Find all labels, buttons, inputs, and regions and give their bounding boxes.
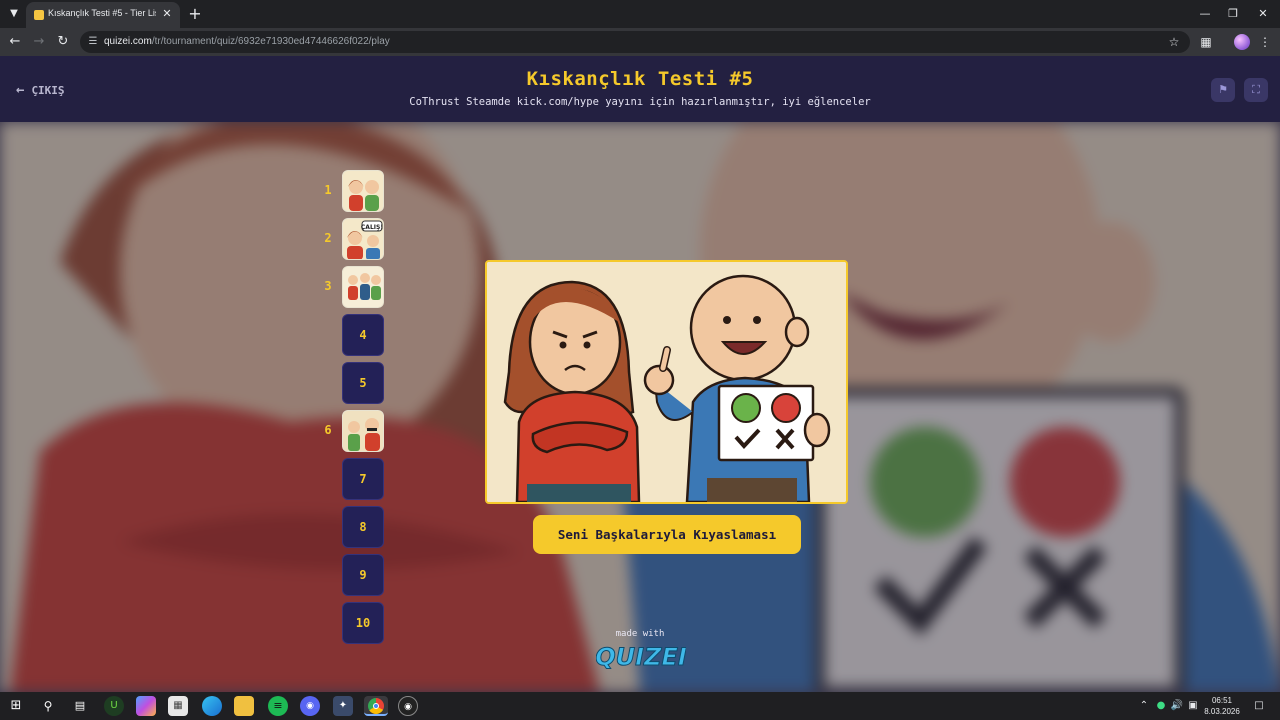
round-thumbnail xyxy=(342,170,384,212)
round-item[interactable]: 3 xyxy=(318,266,386,310)
round-number-box: 9 xyxy=(342,554,384,596)
round-number: 2 xyxy=(324,231,332,245)
fullscreen-icon[interactable]: ⛶ xyxy=(1244,78,1268,102)
quizei-logo[interactable]: QUIZEI xyxy=(596,640,686,672)
quiz-header: ← ÇIKIŞ Kıskançlık Testi #5 CoThrust Ste… xyxy=(0,56,1280,122)
thumb-speech-text: ÇALIŞ! xyxy=(361,224,383,231)
round-number-box: 10 xyxy=(342,602,384,644)
edge-icon[interactable] xyxy=(202,696,222,716)
clock-time: 06:51 xyxy=(1211,696,1233,705)
exit-button[interactable]: ← ÇIKIŞ xyxy=(16,80,65,100)
search-icon[interactable]: ⚲ xyxy=(38,696,58,716)
profile-avatar[interactable] xyxy=(1234,34,1250,50)
current-item-image xyxy=(485,260,848,504)
round-item[interactable]: 6 xyxy=(318,410,386,454)
round-item[interactable]: 8 xyxy=(318,506,386,550)
os-taskbar: ⊞ ⚲ ▤ U ▦ ≡ ◉ ✦ ◉ ⌃ ● 🔊 ▣ 06:51 8.03.202… xyxy=(0,692,1280,720)
close-window-icon[interactable]: ✕ xyxy=(1252,4,1274,24)
arrow-left-icon: ← xyxy=(16,82,25,98)
round-item[interactable]: 9 xyxy=(318,554,386,598)
plus-icon[interactable]: + xyxy=(186,5,204,23)
store-icon[interactable]: ▦ xyxy=(168,696,188,716)
round-number: 3 xyxy=(324,279,332,293)
back-icon[interactable]: ← xyxy=(6,33,24,51)
url-text: quizei.com/tr/tournament/quiz/6932e71930… xyxy=(104,36,390,47)
task-view-icon[interactable]: ▤ xyxy=(70,696,90,716)
browser-tab-bar: ▼ Kıskançlık Testi #5 - Tier List, Kı ✕ … xyxy=(0,0,1280,28)
forward-icon[interactable]: → xyxy=(30,33,48,51)
made-with-label: made with xyxy=(615,629,665,639)
discord-icon[interactable]: ◉ xyxy=(300,696,320,716)
game-icon[interactable]: ✦ xyxy=(333,696,353,716)
file-explorer-icon[interactable] xyxy=(234,696,254,716)
reload-icon[interactable]: ↻ xyxy=(54,33,72,51)
round-item[interactable]: 1 xyxy=(318,170,386,214)
windows-start-icon[interactable]: ⊞ xyxy=(6,696,26,716)
round-item[interactable]: 10 xyxy=(318,602,386,646)
round-number-box: 8 xyxy=(342,506,384,548)
round-item[interactable]: 7 xyxy=(318,458,386,502)
round-item[interactable]: 5 xyxy=(318,362,386,406)
favicon-icon xyxy=(34,10,44,20)
upwork-icon[interactable]: U xyxy=(104,696,124,716)
browser-toolbar: ← → ↻ ☰ quizei.com/tr/tournament/quiz/69… xyxy=(0,28,1280,56)
browser-tab[interactable]: Kıskançlık Testi #5 - Tier List, Kı ✕ xyxy=(26,2,180,28)
round-number: 6 xyxy=(324,423,332,437)
round-thumbnail xyxy=(342,266,384,308)
close-icon[interactable]: ✕ xyxy=(160,7,174,21)
volume-icon[interactable]: 🔊 xyxy=(1170,698,1184,714)
clock-date: 8.03.2026 xyxy=(1204,707,1240,716)
minimize-icon[interactable]: — xyxy=(1194,4,1216,24)
address-bar[interactable]: ☰ quizei.com/tr/tournament/quiz/6932e719… xyxy=(80,31,1190,53)
exit-label: ÇIKIŞ xyxy=(31,83,65,97)
site-info-icon[interactable]: ☰ xyxy=(86,35,100,49)
round-thumbnail xyxy=(342,410,384,452)
restore-icon[interactable]: ❐ xyxy=(1222,4,1244,24)
page-subtitle: CoThrust Steamde kick.com/hype yayını iç… xyxy=(409,96,871,108)
choice-button[interactable]: Seni Başkalarıyla Kıyaslaması xyxy=(533,515,801,554)
kebab-menu-icon[interactable]: ⋮ xyxy=(1258,33,1272,51)
obs-icon[interactable]: ◉ xyxy=(398,696,418,716)
extensions-icon[interactable]: ▦ xyxy=(1197,33,1215,51)
page-title: Kıskançlık Testi #5 xyxy=(526,68,754,90)
notification-icon[interactable]: □ xyxy=(1252,698,1266,714)
logo-text: QUIZEI xyxy=(596,643,686,671)
flag-icon[interactable]: ⚑ xyxy=(1211,78,1235,102)
round-number: 1 xyxy=(324,183,332,197)
round-thumbnail: ÇALIŞ! xyxy=(342,218,384,260)
spotify-icon[interactable]: ≡ xyxy=(268,696,288,716)
star-icon[interactable]: ☆ xyxy=(1166,34,1182,50)
round-item[interactable]: 2 ÇALIŞ! xyxy=(318,218,386,262)
round-number-box: 7 xyxy=(342,458,384,500)
round-item[interactable]: 4 xyxy=(318,314,386,358)
tray-overflow-icon[interactable]: ⌃ xyxy=(1138,698,1150,714)
quiz-page: ← ÇIKIŞ Kıskançlık Testi #5 CoThrust Ste… xyxy=(0,56,1280,692)
comparison-illustration xyxy=(487,262,846,502)
chrome-icon[interactable] xyxy=(364,696,388,716)
tab-title: Kıskançlık Testi #5 - Tier List, Kı xyxy=(48,8,156,18)
tab-search-icon[interactable]: ▼ xyxy=(6,6,22,22)
system-clock[interactable]: 06:51 8.03.2026 xyxy=(1198,695,1246,717)
round-number-box: 4 xyxy=(342,314,384,356)
status-dot-icon[interactable]: ● xyxy=(1155,698,1167,714)
round-number-box: 5 xyxy=(342,362,384,404)
copilot-icon[interactable] xyxy=(136,696,156,716)
